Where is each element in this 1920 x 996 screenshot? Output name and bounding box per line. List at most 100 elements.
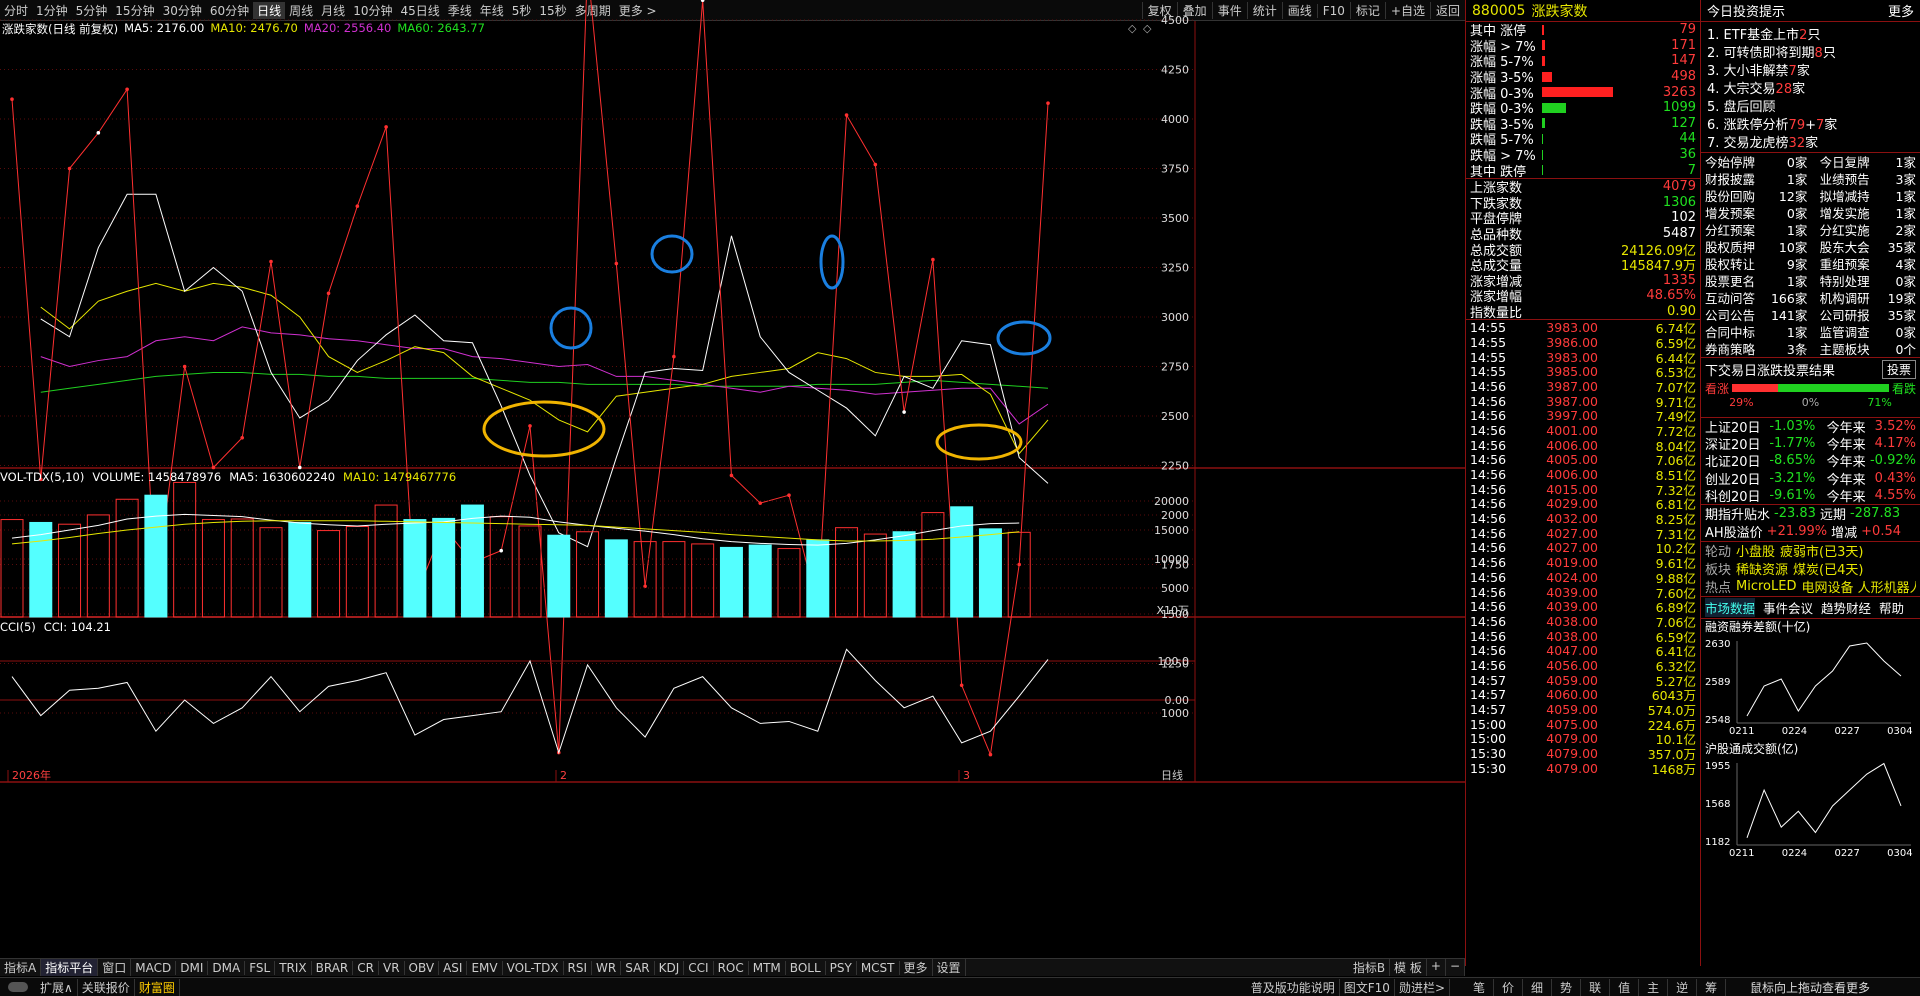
indicator-tab[interactable]: FSL <box>245 960 276 975</box>
indicator-tab[interactable]: BRAR <box>312 960 354 975</box>
index-row[interactable]: 科创20日 -9.61% 今年来 4.55% <box>1705 487 1916 505</box>
index-row[interactable]: 北证20日 -8.65% 今年来 -0.92% <box>1705 452 1916 470</box>
indicator-tab[interactable]: MCST <box>857 960 900 975</box>
volume-bar <box>863 533 887 618</box>
date-label: 2026年 <box>12 768 51 782</box>
status-link[interactable]: 普及版功能说明 <box>1247 978 1340 996</box>
hot-row[interactable]: 轮动 小盘股 疲弱市(已3天) <box>1705 542 1916 560</box>
event-row[interactable]: 分红预案 1家 分红实施 2家 <box>1705 221 1916 238</box>
event-row[interactable]: 股权质押 10家 股东大会 35家 <box>1705 238 1916 255</box>
indicator-tab[interactable]: 更多 <box>900 959 933 976</box>
status-link[interactable]: 勋进栏> <box>1395 978 1450 996</box>
tip-item[interactable]: 5. 盘后回顾 <box>1707 96 1914 115</box>
event-row[interactable]: 合同中标 1家 监管调查 0家 <box>1705 323 1916 340</box>
dist-value: 3263 <box>1662 84 1696 100</box>
indicator-tab[interactable]: OBV <box>405 960 440 975</box>
volume-bar <box>604 539 628 618</box>
event-row[interactable]: 券商策略 3条 主题板块 0个 <box>1705 340 1916 357</box>
index-row[interactable]: 深证20日 -1.77% 今年来 4.17% <box>1705 435 1916 453</box>
quote-tab[interactable]: 值 <box>1610 978 1640 996</box>
price-point <box>614 261 619 266</box>
indicator-tab[interactable]: ROC <box>714 960 749 975</box>
tip-item[interactable]: 3. 大小非解禁7家 <box>1707 60 1914 79</box>
indicator-tab[interactable]: 指标A <box>0 959 42 976</box>
indicator-tab[interactable]: TRIX <box>275 960 312 975</box>
indicator-tab[interactable]: MACD <box>131 960 177 975</box>
tips-more-link[interactable]: 更多 <box>1888 1 1914 20</box>
tip-item[interactable]: 6. 涨跌停分析79+7家 <box>1707 114 1914 133</box>
status-link[interactable]: 财富圈 <box>135 978 180 996</box>
tick-price: 3983.00 <box>1546 320 1598 336</box>
indicator-tab[interactable]: CR <box>353 960 379 975</box>
indicator-tab[interactable]: ASI <box>439 960 468 975</box>
indicator-tab[interactable]: EMV <box>467 960 503 975</box>
quote-tab[interactable]: 细 <box>1523 978 1553 996</box>
indicator-tab[interactable]: 设置 <box>933 959 966 976</box>
status-link[interactable]: 扩展∧ <box>36 978 78 996</box>
indicator-tab[interactable]: WR <box>592 960 622 975</box>
indicator-tab[interactable]: DMI <box>176 960 209 975</box>
info-tab[interactable]: 市场数据 <box>1705 597 1756 617</box>
indicator-tool-button[interactable]: − <box>1446 959 1465 976</box>
quote-tab[interactable]: 主 <box>1639 978 1669 996</box>
indicator-tab[interactable]: SAR <box>621 960 655 975</box>
indicator-tab[interactable]: MTM <box>749 960 786 975</box>
event-row[interactable]: 股票更名 1家 特别处理 0家 <box>1705 272 1916 289</box>
indicator-tool-button[interactable]: 模 板 <box>1390 959 1427 976</box>
quote-tab[interactable]: 逆 <box>1668 978 1698 996</box>
indicator-tab[interactable]: 指标平台 <box>41 959 99 976</box>
tick-time: 15:30 <box>1470 760 1507 776</box>
tip-item[interactable]: 7. 交易龙虎榜32家 <box>1707 132 1914 151</box>
quote-tab[interactable]: 联 <box>1581 978 1611 996</box>
info-tab[interactable]: 趋势财经 <box>1821 598 1871 617</box>
event-row[interactable]: 股权转让 9家 重组预案 4家 <box>1705 255 1916 272</box>
toggle-switch[interactable] <box>8 982 28 992</box>
indicator-tab[interactable]: VOL-TDX <box>503 960 564 975</box>
cci-tick: 0.00 <box>1165 694 1190 707</box>
status-bar: 扩展∧ 关联报价 财富圈 普及版功能说明 图文F10 勋进栏> 笔价细势联值主逆筹鼠标向上拖… <box>0 977 1920 996</box>
index-row[interactable]: 创业20日 -3.21% 今年来 0.43% <box>1705 470 1916 488</box>
quote-tab[interactable]: 笔 <box>1465 978 1495 996</box>
event-row[interactable]: 今始停牌 0家 今日复牌 1家 <box>1705 153 1916 170</box>
event-row[interactable]: 股份回购 12家 拟增减持 1家 <box>1705 187 1916 204</box>
info-tab[interactable]: 帮助 <box>1879 598 1904 617</box>
index-row[interactable]: 上证20日 -1.03% 今年来 3.52% <box>1705 418 1916 436</box>
tip-item[interactable]: 2. 可转债即将到期8只 <box>1707 42 1914 61</box>
price-point <box>988 752 993 757</box>
tip-item[interactable]: 4. 大宗交易28家 <box>1707 78 1914 97</box>
indicator-tool-button[interactable]: 指标B <box>1349 959 1391 976</box>
tip-item[interactable]: 1. ETF基金上市2只 <box>1707 24 1914 43</box>
northbound-chart-title: 沪股通成交额(亿) <box>1705 741 1798 756</box>
event-row[interactable]: 财报披露 1家 业绩预告 3家 <box>1705 170 1916 187</box>
tick-time: 14:56 <box>1470 393 1507 409</box>
hot-row[interactable]: 热点 MicroLED 电网设备 人形机器人 <box>1705 578 1916 596</box>
quote-tab[interactable]: 价 <box>1494 978 1524 996</box>
indicator-tab[interactable]: 窗口 <box>98 959 132 976</box>
indicator-tab[interactable]: CCI <box>684 960 714 975</box>
cci-line <box>11 648 1049 755</box>
indicator-tab[interactable]: PSY <box>826 960 857 975</box>
event-row[interactable]: 增发预案 0家 增发实施 1家 <box>1705 204 1916 221</box>
event-row[interactable]: 互动问答 166家 机构调研 19家 <box>1705 289 1916 306</box>
status-link[interactable]: 图文F10 <box>1340 978 1395 996</box>
indicator-tool-button[interactable]: + <box>1427 959 1446 976</box>
indicator-tab[interactable]: DMA <box>208 960 246 975</box>
info-tab[interactable]: 事件会议 <box>1763 598 1813 617</box>
settings-icon[interactable]: ◇ <box>1128 22 1137 35</box>
indicator-tab[interactable]: BOLL <box>786 960 826 975</box>
vote-button[interactable]: 投票 <box>1881 359 1916 379</box>
tick-price: 4079.00 <box>1546 731 1598 747</box>
indicator-tab[interactable]: KDJ <box>655 960 685 975</box>
close-icon[interactable]: ◇ <box>1143 22 1152 35</box>
quote-tab[interactable]: 势 <box>1552 978 1582 996</box>
hot-row[interactable]: 板块 稀缺资源 煤炭(已4天) <box>1705 560 1916 578</box>
status-link[interactable]: 关联报价 <box>78 978 135 996</box>
dist-value: 1099 <box>1662 100 1696 116</box>
tick-price: 4059.00 <box>1546 702 1598 717</box>
price-point <box>729 473 734 478</box>
tick-price: 3987.00 <box>1546 393 1598 409</box>
event-row[interactable]: 公司公告 141家 公司研报 35家 <box>1705 306 1916 323</box>
indicator-tab[interactable]: VR <box>379 960 405 975</box>
indicator-tab[interactable]: RSI <box>564 960 593 975</box>
dist-value: 127 <box>1671 115 1696 131</box>
